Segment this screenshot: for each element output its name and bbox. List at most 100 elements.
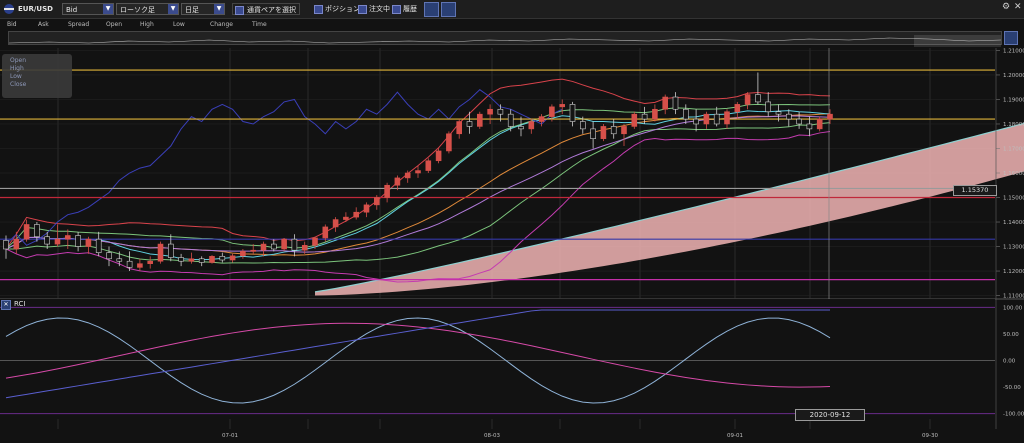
candle-body — [785, 113, 792, 120]
price-label: 1.15370 — [953, 185, 997, 196]
y-tick-label: 1.11000 — [1003, 294, 1024, 300]
chart-layout-icon[interactable] — [441, 2, 456, 17]
candle-body — [404, 172, 411, 179]
candle-body — [240, 251, 246, 257]
candle-body — [13, 238, 20, 250]
x-tick-label: 07-01 — [222, 433, 238, 439]
candle-body — [569, 104, 576, 122]
candle-body — [394, 177, 401, 186]
candle-body — [384, 184, 390, 198]
candle-body — [250, 249, 256, 252]
candle-body — [827, 113, 833, 120]
toolbar: EUR/USD Bid ▼ ローソク足 ▼ 日足 ▼ 通貨ペアを選択 ポジション 注文… — [0, 0, 1024, 19]
candle-body — [291, 238, 298, 251]
candle-body — [487, 108, 493, 115]
candle-body — [641, 113, 648, 120]
history-checkbox[interactable] — [392, 5, 401, 14]
candle-body — [363, 204, 370, 213]
candle-body — [456, 121, 463, 135]
y-tick-label: 1.19000 — [1003, 97, 1024, 103]
ohlc-high: High — [10, 65, 24, 72]
legend-high: High — [140, 21, 154, 28]
legend-time: Time — [252, 21, 267, 28]
legend-low: Low — [173, 21, 185, 28]
candle-body — [178, 257, 184, 262]
close-icon[interactable]: ✕ — [1, 300, 11, 310]
candle-body — [507, 113, 514, 127]
candle-body — [188, 258, 195, 262]
candle-body — [497, 108, 504, 115]
candle-body — [713, 113, 720, 125]
candle-body — [332, 219, 339, 228]
candle-body — [744, 94, 751, 105]
candle-body — [446, 133, 452, 152]
position-checkbox[interactable] — [314, 5, 323, 14]
y-tick-label: 1.14000 — [1003, 220, 1024, 226]
price-type-select[interactable]: Bid ▼ — [62, 3, 114, 15]
ohlc-low: Low — [10, 73, 22, 80]
candle-body — [796, 118, 802, 125]
candle-body — [270, 243, 277, 250]
candle-body — [126, 260, 133, 268]
candle-body — [34, 224, 40, 238]
candle-body — [260, 243, 267, 251]
candle-body — [312, 237, 318, 246]
candle-body — [559, 104, 566, 108]
candle-body — [621, 126, 627, 135]
candle-body — [652, 108, 658, 120]
candle-body — [23, 224, 30, 240]
ohlc-open: Open — [10, 57, 27, 64]
candle-body — [168, 243, 174, 258]
candle-body — [518, 126, 524, 130]
legend-bid: Bid — [7, 21, 17, 28]
candle-body — [137, 263, 143, 268]
candle-body — [3, 240, 9, 250]
candle-body — [600, 126, 607, 139]
gear-icon[interactable]: ⚙ — [1002, 2, 1010, 12]
candle-body — [538, 116, 545, 122]
period-select[interactable]: 日足 ▼ — [181, 3, 225, 15]
candle-body — [95, 238, 102, 253]
flag-icon — [3, 2, 17, 16]
zoom-icon[interactable] — [1004, 31, 1018, 45]
candle-body — [373, 197, 380, 206]
candle-body — [106, 252, 112, 260]
overview-scrollbar[interactable] — [8, 31, 1002, 47]
rci-tick-label: -100.00 — [1003, 412, 1024, 418]
orders-checkbox[interactable] — [358, 5, 367, 14]
chart-type-select[interactable]: ローソク足 ▼ — [116, 3, 179, 15]
close-icon[interactable]: ✕ — [1014, 2, 1022, 12]
candle-body — [209, 256, 215, 263]
legend-ask: Ask — [38, 21, 49, 28]
candle-body — [672, 96, 679, 110]
candle-body — [724, 111, 730, 125]
candle-body — [662, 96, 669, 110]
candle-body — [425, 160, 432, 171]
candle-body — [631, 113, 638, 127]
legend-bar: Bid Ask Spread Open High Low Change Time — [0, 19, 1024, 30]
rci-header: ✕ RCI — [1, 299, 25, 310]
candle-body — [343, 216, 349, 220]
checkbox-icon — [235, 6, 244, 15]
ohlc-close: Close — [10, 81, 27, 88]
position-label: ポジション — [325, 5, 360, 13]
candle-body — [806, 123, 813, 130]
candle-body — [528, 121, 535, 130]
legend-change: Change — [210, 21, 233, 28]
candle-body — [466, 121, 473, 127]
candle-body — [54, 238, 61, 245]
candle-body — [765, 101, 772, 113]
rci-panel — [0, 299, 995, 419]
symbol-label[interactable]: EUR/USD — [18, 2, 53, 16]
chevron-down-icon: ▼ — [168, 4, 178, 14]
candle-body — [435, 150, 442, 162]
candle-body — [353, 211, 360, 218]
candle-body — [590, 128, 596, 139]
chart-settings-icon[interactable] — [424, 2, 439, 17]
y-tick-label: 1.15000 — [1003, 196, 1024, 202]
select-pair-button[interactable]: 通貨ペアを選択 — [232, 3, 300, 15]
y-tick-label: 1.17000 — [1003, 146, 1024, 152]
candle-body — [301, 245, 308, 251]
candle-body — [693, 118, 699, 125]
rci-tick-label: -50.00 — [1003, 385, 1021, 391]
